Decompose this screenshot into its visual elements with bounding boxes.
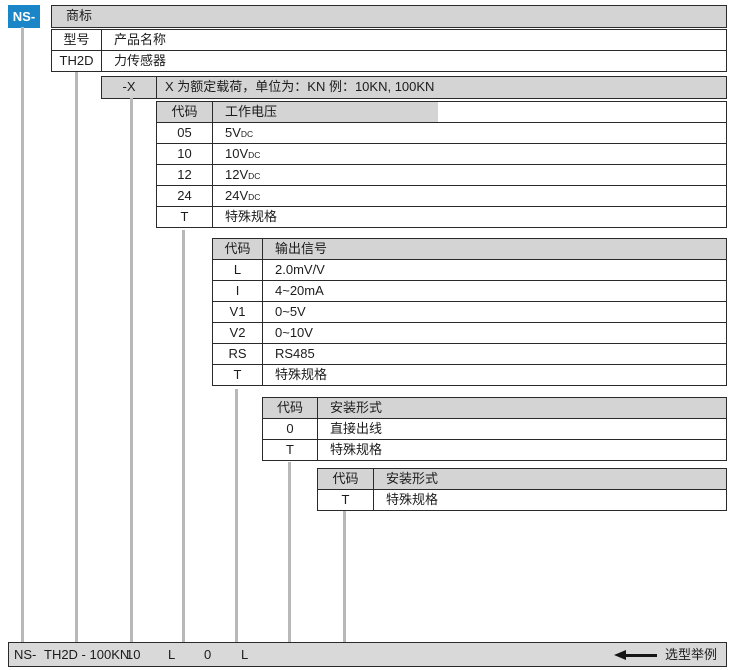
mounting-table-2: 代码 安装形式 T 特殊规格 xyxy=(317,468,727,511)
table-row: T 特殊规格 xyxy=(213,364,726,385)
label-cell: 直接出线 xyxy=(318,419,726,439)
code-cell: V2 xyxy=(213,323,263,343)
label-cell: 特殊规格 xyxy=(374,490,726,510)
label-cell: 0~10V xyxy=(263,323,726,343)
label-cell: 工作电压 xyxy=(213,102,726,122)
model-table: 型号 产品名称 TH2D 力传感器 xyxy=(51,29,727,72)
mounting-table-1: 代码 安装形式 0 直接出线 T 特殊规格 xyxy=(262,397,727,461)
label-cell: X 为额定载荷，单位为：KN 例：10KN, 100KN xyxy=(157,77,726,98)
table-row: 0 直接出线 xyxy=(263,418,726,439)
code-cell: T xyxy=(157,207,213,227)
code-cell: L xyxy=(213,260,263,280)
code-cell: -X xyxy=(102,77,157,98)
code-cell: TH2D xyxy=(52,51,102,71)
table-row: T 特殊规格 xyxy=(157,206,726,227)
example-caption: 选型举例 xyxy=(665,644,717,666)
code-cell: T xyxy=(213,365,263,385)
example-bar: NS- TH2D - 100KN 10 L 0 L 选型举例 xyxy=(8,642,727,667)
label-cell: 2.0mV/V xyxy=(263,260,726,280)
code-cell: 代码 xyxy=(318,469,374,489)
code-cell: I xyxy=(213,281,263,301)
capacity-row: -X X 为额定载荷，单位为：KN 例：10KN, 100KN xyxy=(101,76,727,99)
code-cell: V1 xyxy=(213,302,263,322)
table-row: 12 12VDC xyxy=(157,164,726,185)
connector-line-brand xyxy=(21,27,24,642)
label-cell: 24VDC xyxy=(213,186,726,206)
label-cell: 安装形式 xyxy=(374,469,726,489)
label-cell: 0~5V xyxy=(263,302,726,322)
code-cell: 代码 xyxy=(263,398,318,418)
connector-line-voltage xyxy=(182,230,185,642)
label-cell: 输出信号 xyxy=(263,239,726,259)
dc-subscript: DC xyxy=(248,150,260,160)
example-voltage: 10 xyxy=(126,644,140,666)
table-header-row: 代码 输出信号 xyxy=(213,239,726,259)
trademark-label: 商标 xyxy=(52,6,726,27)
code-cell: 24 xyxy=(157,186,213,206)
code-cell: RS xyxy=(213,344,263,364)
label-cell: 力传感器 xyxy=(102,51,726,71)
arrow-tail xyxy=(623,654,657,657)
code-cell: T xyxy=(318,490,374,510)
label-cell: 特殊规格 xyxy=(213,207,726,227)
table-header-row: 代码 安装形式 xyxy=(318,469,726,489)
example-output: L xyxy=(168,644,175,666)
example-mount2: L xyxy=(241,644,248,666)
label-cell: RS485 xyxy=(263,344,726,364)
table-row: TH2D 力传感器 xyxy=(52,50,726,71)
connector-line-model xyxy=(75,72,78,642)
table-row: 24 24VDC xyxy=(157,185,726,206)
output-signal-table: 代码 输出信号 L 2.0mV/V I 4~20mA V1 0~5V V2 0~… xyxy=(212,238,727,386)
code-cell: 代码 xyxy=(157,102,213,122)
table-row: 05 5VDC xyxy=(157,122,726,143)
table-header-row: 型号 产品名称 xyxy=(52,30,726,50)
table-row: I 4~20mA xyxy=(213,280,726,301)
dc-subscript: DC xyxy=(248,171,260,181)
brand-box: NS- xyxy=(8,5,40,28)
table-row: 10 10VDC xyxy=(157,143,726,164)
table-row: T 特殊规格 xyxy=(318,489,726,510)
label-cell: 5VDC xyxy=(213,123,726,143)
code-cell: 12 xyxy=(157,165,213,185)
table-row: T 特殊规格 xyxy=(263,439,726,460)
example-brand: NS- xyxy=(14,644,36,666)
code-cell: 05 xyxy=(157,123,213,143)
code-cell: T xyxy=(263,440,318,460)
code-cell: 型号 xyxy=(52,30,102,50)
model-selection-diagram: NS- 商标 型号 产品名称 TH2D 力传感器 -X X 为额定载荷，单位为：… xyxy=(0,0,735,670)
label-cell: 特殊规格 xyxy=(263,365,726,385)
table-row: RS RS485 xyxy=(213,343,726,364)
example-mount1: 0 xyxy=(204,644,211,666)
table-row: L 2.0mV/V xyxy=(213,259,726,280)
connector-line-capacity xyxy=(130,98,133,642)
label-cell: 10VDC xyxy=(213,144,726,164)
dc-subscript: DC xyxy=(241,129,253,139)
voltage-table: 代码 工作电压 05 5VDC 10 10VDC 12 12VDC 24 24V… xyxy=(156,101,727,228)
table-row: V1 0~5V xyxy=(213,301,726,322)
connector-line-mount2 xyxy=(343,511,346,642)
code-cell: 代码 xyxy=(213,239,263,259)
example-model: TH2D - 100KN xyxy=(44,644,129,666)
connector-line-mount1 xyxy=(288,462,291,642)
table-header-row: 代码 工作电压 xyxy=(157,102,726,122)
dc-subscript: DC xyxy=(248,192,260,202)
connector-line-output xyxy=(235,389,238,642)
code-cell: 0 xyxy=(263,419,318,439)
label-cell: 12VDC xyxy=(213,165,726,185)
table-row: V2 0~10V xyxy=(213,322,726,343)
label-cell: 4~20mA xyxy=(263,281,726,301)
trademark-row: 商标 xyxy=(51,5,727,28)
label-cell: 产品名称 xyxy=(102,30,726,50)
label-cell: 安装形式 xyxy=(318,398,726,418)
table-header-row: 代码 安装形式 xyxy=(263,398,726,418)
code-cell: 10 xyxy=(157,144,213,164)
label-cell: 特殊规格 xyxy=(318,440,726,460)
